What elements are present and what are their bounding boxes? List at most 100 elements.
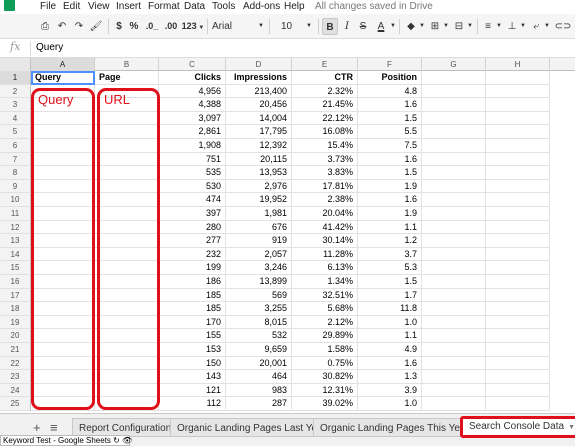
column-header-b[interactable]: B: [95, 58, 159, 71]
row-number[interactable]: 6: [0, 139, 31, 153]
empty-cell[interactable]: [486, 220, 550, 235]
clicks-cell[interactable]: 751: [159, 152, 226, 167]
position-cell[interactable]: 1.5: [358, 275, 422, 289]
row-number[interactable]: 22: [0, 356, 31, 371]
font-family-select[interactable]: Arial ▼: [212, 18, 266, 35]
ctr-cell[interactable]: 3.83%: [292, 166, 358, 180]
empty-cell[interactable]: [486, 234, 550, 248]
text-color-button[interactable]: A: [373, 18, 389, 35]
position-cell[interactable]: 7.5: [358, 139, 422, 153]
ctr-cell[interactable]: 11.28%: [292, 247, 358, 262]
header-cell-ctr[interactable]: CTR: [292, 71, 358, 85]
impressions-cell[interactable]: 13,953: [226, 166, 292, 180]
formula-input[interactable]: Query: [36, 42, 63, 53]
empty-cell[interactable]: [486, 261, 550, 275]
chevron-down-icon[interactable]: ▼: [389, 18, 397, 35]
impressions-cell[interactable]: 464: [226, 370, 292, 384]
impressions-cell[interactable]: 919: [226, 234, 292, 248]
chevron-down-icon[interactable]: ▼: [466, 18, 474, 35]
chevron-down-icon[interactable]: ▼: [418, 18, 426, 35]
row-number[interactable]: 25: [0, 397, 31, 411]
clicks-cell[interactable]: 280: [159, 220, 226, 235]
clicks-cell[interactable]: 121: [159, 383, 226, 398]
ctr-cell[interactable]: 39.02%: [292, 397, 358, 411]
empty-cell[interactable]: [422, 275, 486, 289]
empty-cell[interactable]: [486, 193, 550, 207]
sheets-logo-icon[interactable]: [4, 0, 15, 11]
clicks-cell[interactable]: 185: [159, 288, 226, 303]
clicks-cell[interactable]: 2,861: [159, 125, 226, 139]
impressions-cell[interactable]: 19,952: [226, 193, 292, 207]
row-number[interactable]: 16: [0, 275, 31, 289]
more-formats-button[interactable]: 123 ▼: [180, 18, 206, 35]
fill-color-icon[interactable]: ◆: [404, 18, 418, 35]
header-cell-impressions[interactable]: Impressions: [226, 71, 292, 85]
select-all-corner[interactable]: [0, 58, 31, 71]
empty-cell[interactable]: [486, 288, 550, 303]
empty-cell[interactable]: [422, 111, 486, 126]
print-icon[interactable]: ⎙: [38, 18, 52, 35]
clicks-cell[interactable]: 170: [159, 315, 226, 330]
impressions-cell[interactable]: 20,001: [226, 356, 292, 371]
chevron-down-icon[interactable]: ▼: [519, 18, 527, 35]
paint-format-icon[interactable]: 🖌: [89, 18, 103, 35]
sheet-tab-search-console-data[interactable]: Search Console Data ▼: [460, 416, 575, 438]
impressions-cell[interactable]: 676: [226, 220, 292, 235]
empty-cell[interactable]: [422, 329, 486, 343]
row-number[interactable]: 20: [0, 329, 31, 343]
empty-cell[interactable]: [422, 315, 486, 330]
row-number[interactable]: 19: [0, 315, 31, 330]
column-header-a[interactable]: A: [31, 58, 95, 71]
ctr-cell[interactable]: 5.68%: [292, 302, 358, 316]
row-number[interactable]: 9: [0, 179, 31, 194]
column-header-f[interactable]: F: [358, 58, 422, 71]
menu-file[interactable]: File: [40, 1, 56, 12]
clicks-cell[interactable]: 4,956: [159, 84, 226, 99]
row-number[interactable]: 11: [0, 207, 31, 221]
clicks-cell[interactable]: 112: [159, 397, 226, 411]
row-number[interactable]: 8: [0, 166, 31, 180]
ctr-cell[interactable]: 2.38%: [292, 193, 358, 207]
empty-cell[interactable]: [422, 98, 486, 112]
position-cell[interactable]: 1.0: [358, 315, 422, 330]
position-cell[interactable]: 1.9: [358, 207, 422, 221]
all-sheets-icon[interactable]: ≡: [50, 420, 58, 435]
impressions-cell[interactable]: 983: [226, 383, 292, 398]
empty-cell[interactable]: [486, 247, 550, 262]
row-number[interactable]: 1: [0, 71, 31, 85]
position-cell[interactable]: 5.3: [358, 261, 422, 275]
menu-format[interactable]: Format: [148, 1, 180, 12]
chevron-down-icon[interactable]: ▼: [495, 18, 503, 35]
empty-cell[interactable]: [422, 71, 486, 85]
impressions-cell[interactable]: 287: [226, 397, 292, 411]
impressions-cell[interactable]: 14,004: [226, 111, 292, 126]
position-cell[interactable]: 1.6: [358, 356, 422, 371]
ctr-cell[interactable]: 30.14%: [292, 234, 358, 248]
impressions-cell[interactable]: 13,899: [226, 275, 292, 289]
position-cell[interactable]: 3.9: [358, 383, 422, 398]
ctr-cell[interactable]: 1.58%: [292, 343, 358, 357]
position-cell[interactable]: 1.7: [358, 288, 422, 303]
currency-format-button[interactable]: $: [114, 18, 124, 35]
italic-button[interactable]: I: [341, 18, 353, 35]
clicks-cell[interactable]: 277: [159, 234, 226, 248]
impressions-cell[interactable]: 213,400: [226, 84, 292, 99]
position-cell[interactable]: 1.1: [358, 329, 422, 343]
header-cell-clicks[interactable]: Clicks: [159, 71, 226, 85]
empty-cell[interactable]: [486, 275, 550, 289]
empty-cell[interactable]: [486, 179, 550, 194]
empty-cell[interactable]: [486, 302, 550, 316]
empty-cell[interactable]: [422, 234, 486, 248]
ctr-cell[interactable]: 2.32%: [292, 84, 358, 99]
empty-cell[interactable]: [422, 383, 486, 398]
clicks-cell[interactable]: 153: [159, 343, 226, 357]
column-header-e[interactable]: E: [292, 58, 358, 71]
impressions-cell[interactable]: 3,255: [226, 302, 292, 316]
empty-cell[interactable]: [422, 84, 486, 99]
position-cell[interactable]: 1.3: [358, 370, 422, 384]
position-cell[interactable]: 1.1: [358, 220, 422, 235]
clicks-cell[interactable]: 143: [159, 370, 226, 384]
ctr-cell[interactable]: 16.08%: [292, 125, 358, 139]
clicks-cell[interactable]: 186: [159, 275, 226, 289]
empty-cell[interactable]: [422, 152, 486, 167]
